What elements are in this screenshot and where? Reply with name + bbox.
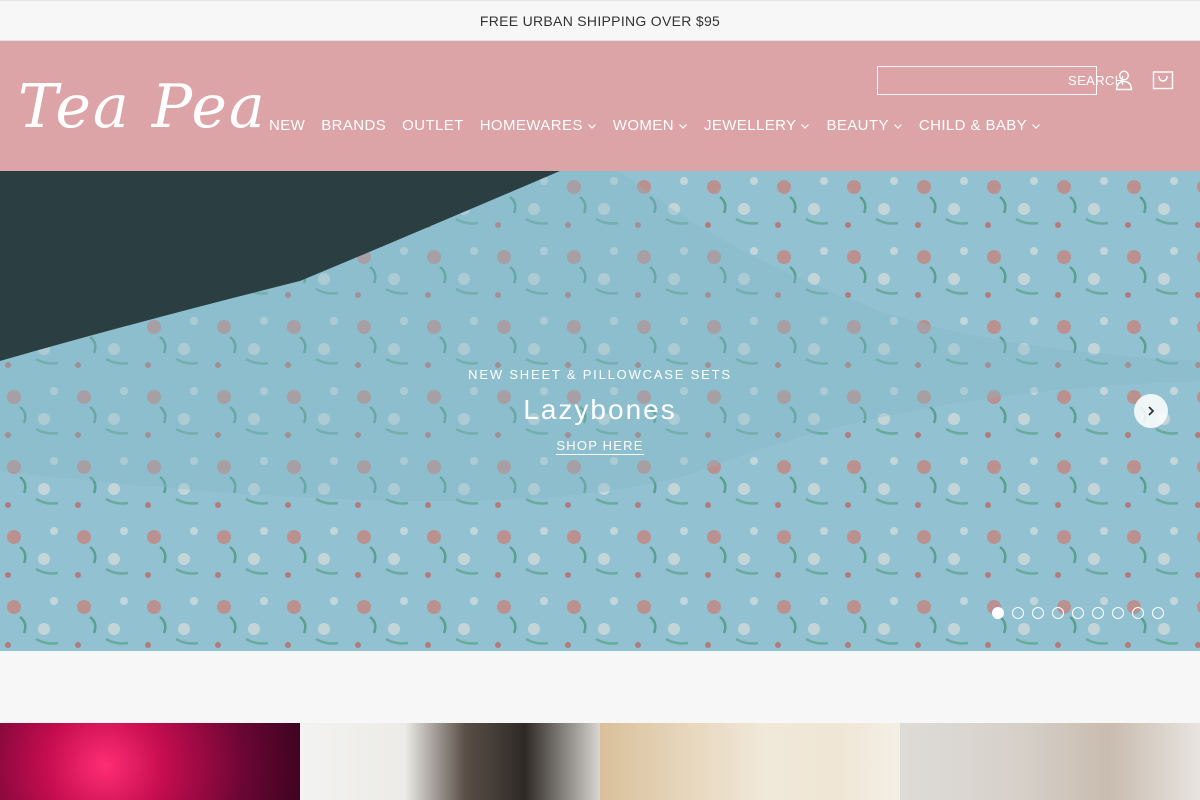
search-input[interactable]	[892, 73, 1068, 88]
hero-slideshow: NEW SHEET & PILLOWCASE SETS Lazybones SH…	[0, 171, 1200, 651]
hero-title: Lazybones	[523, 394, 677, 425]
slide-dot[interactable]	[1112, 607, 1124, 619]
slide-dot[interactable]	[1032, 607, 1044, 619]
nav-item-label: BEAUTY	[826, 117, 889, 134]
slide-dot[interactable]	[1152, 607, 1164, 619]
nav-item-label: OUTLET	[402, 117, 464, 134]
account-icon[interactable]	[1114, 69, 1134, 91]
main-nav: NEW BRANDS OUTLET HOMEWARES WOMEN JEWELLERY BE…	[269, 117, 1057, 134]
chevron-down-icon	[801, 123, 810, 129]
slide-dot[interactable]	[1132, 607, 1144, 619]
nav-item-label: BRANDS	[321, 117, 387, 134]
nav-item-women[interactable]: WOMEN	[613, 117, 688, 134]
nav-item-label: NEW	[269, 117, 306, 134]
nav-item-label: CHILD & BABY	[918, 117, 1028, 134]
section-spacer	[0, 651, 1200, 723]
logo-text: Tea Pea	[18, 72, 267, 142]
slide-dot[interactable]	[1072, 607, 1084, 619]
nav-item-beauty[interactable]: BEAUTY	[826, 117, 902, 134]
nav-item-brands[interactable]: BRANDS	[321, 117, 386, 134]
chevron-down-icon	[587, 123, 596, 129]
cart-icon[interactable]	[1152, 68, 1174, 90]
slide-dot[interactable]	[1012, 607, 1024, 619]
slide-dot[interactable]	[1052, 607, 1064, 619]
nav-item-label: WOMEN	[612, 117, 674, 134]
slide-dot[interactable]	[992, 607, 1004, 619]
nav-item-label: HOMEWARES	[479, 117, 583, 134]
search-box[interactable]: SEARCH	[877, 66, 1124, 95]
hero-eyebrow: NEW SHEET & PILLOWCASE SETS	[468, 367, 732, 382]
site-header: Tea Pea SEARCH NEW BRANDS OUTLET HOMEWARES W…	[0, 41, 1200, 171]
category-tile[interactable]	[900, 723, 1200, 800]
chevron-down-icon	[679, 123, 687, 129]
nav-item-new[interactable]: NEW	[269, 117, 305, 134]
chevron-down-icon	[893, 123, 902, 129]
next-slide-button[interactable]	[1134, 394, 1168, 428]
announcement-bar: FREE URBAN SHIPPING OVER $95	[0, 0, 1200, 41]
hero-caption: NEW SHEET & PILLOWCASE SETS Lazybones SH…	[0, 367, 1200, 455]
nav-item-homewares[interactable]: HOMEWARES	[480, 117, 597, 134]
chevron-down-icon	[1032, 123, 1040, 129]
nav-item-outlet[interactable]: OUTLET	[402, 117, 464, 134]
shop-here-link[interactable]: SHOP HERE	[556, 438, 644, 455]
category-tile[interactable]	[600, 723, 900, 800]
chevron-right-icon	[1148, 406, 1155, 416]
slide-dot[interactable]	[1092, 607, 1104, 619]
category-tile[interactable]	[0, 723, 300, 800]
nav-item-child-baby[interactable]: CHILD & BABY	[919, 117, 1041, 134]
nav-item-label: JEWELLERY	[703, 117, 797, 134]
logo[interactable]: Tea Pea	[18, 67, 265, 147]
category-tiles	[0, 723, 1200, 800]
slide-dots	[992, 607, 1164, 619]
nav-item-jewellery[interactable]: JEWELLERY	[704, 117, 811, 134]
category-tile[interactable]	[300, 723, 600, 800]
announcement-text: FREE URBAN SHIPPING OVER $95	[479, 12, 721, 29]
